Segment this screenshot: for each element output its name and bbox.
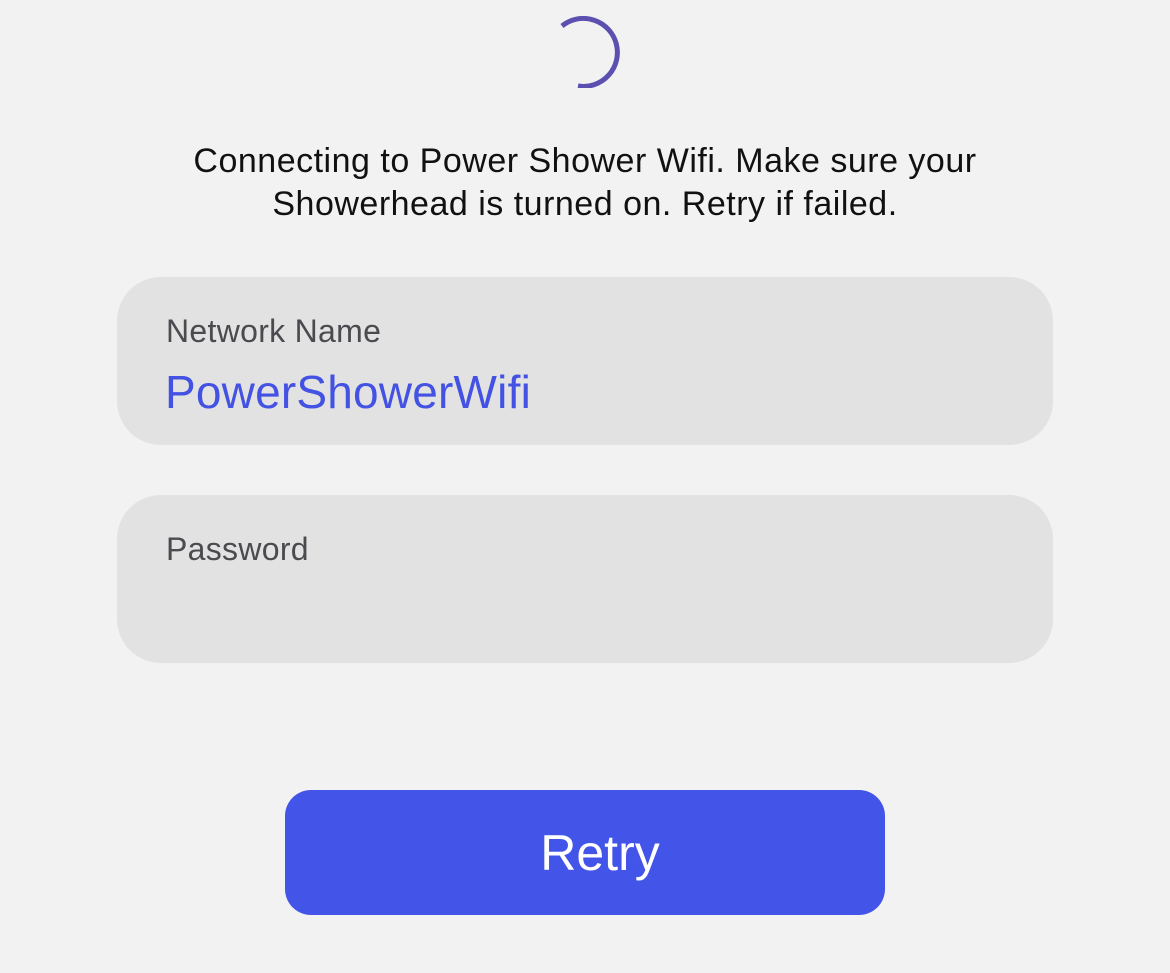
password-field[interactable]: Password [117, 495, 1053, 663]
retry-button[interactable]: Retry [285, 790, 885, 915]
network-name-value[interactable]: PowerShowerWifi [165, 365, 531, 419]
password-label: Password [166, 531, 309, 567]
connection-status-message: Connecting to Power Shower Wifi. Make su… [193, 142, 977, 223]
network-name-label: Network Name [166, 313, 382, 349]
password-input[interactable] [165, 583, 1005, 635]
loading-spinner-icon [560, 16, 620, 88]
network-name-field[interactable]: Network Name PowerShowerWifi [117, 277, 1053, 445]
